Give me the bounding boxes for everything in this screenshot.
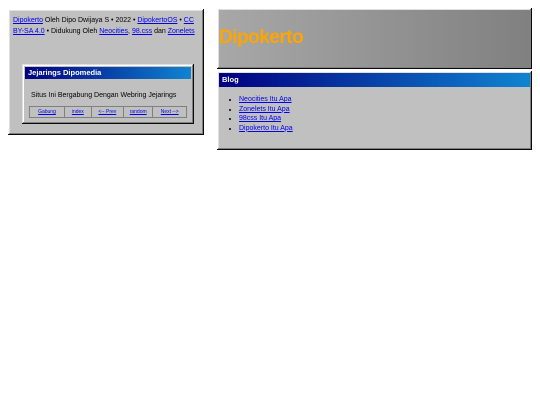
site-title: Dipokerto [219, 27, 304, 48]
supported-text: • Didukung Oleh [44, 28, 100, 35]
list-item: 98css Itu Apa [239, 114, 293, 124]
blog-list: Neocities Itu Apa Zonelets Itu Apa 98css… [231, 95, 293, 133]
webring-index-link[interactable]: index [65, 107, 92, 117]
list-item: Neocities Itu Apa [239, 95, 293, 105]
webring-next-link[interactable]: Next --> [153, 107, 186, 117]
footer-credits: Dipokerto Oleh Dipo Dwijaya S • 2022 • D… [13, 15, 201, 37]
webring-random-link[interactable]: random [124, 107, 154, 117]
sidebar-panel: Dipokerto Oleh Dipo Dwijaya S • 2022 • D… [8, 9, 204, 135]
list-item: Dipokerto Itu Apa [239, 124, 293, 134]
dipokerto-os-link[interactable]: DipokertoOS [137, 17, 177, 24]
site-link[interactable]: Dipokerto [13, 17, 43, 24]
css98-link[interactable]: 98.css [132, 28, 152, 35]
blog-link-zonelets[interactable]: Zonelets Itu Apa [239, 106, 290, 113]
webring-window: Jejarings Dipomedia Situs Ini Bergabung … [22, 64, 194, 124]
webring-prev-link[interactable]: <-- Prev [92, 107, 124, 117]
blog-link-98css[interactable]: 98css Itu Apa [239, 115, 281, 122]
blog-window: Blog Neocities Itu Apa Zonelets Itu Apa … [217, 71, 532, 150]
blog-link-neocities[interactable]: Neocities Itu Apa [239, 96, 292, 103]
zonelets-link[interactable]: Zonelets [168, 28, 195, 35]
header-banner: Dipokerto [217, 8, 532, 69]
author-text: Oleh Dipo Dwijaya S • 2022 • [42, 17, 138, 24]
blog-title-bar: Blog [219, 73, 530, 87]
webring-join-link[interactable]: Gabung [30, 107, 65, 117]
list-item: Zonelets Itu Apa [239, 105, 293, 115]
neocities-link[interactable]: Neocities [99, 28, 128, 35]
webring-description: Situs Ini Bergabung Dengan Webring Jejar… [31, 92, 177, 99]
webring-nav: Gabung index <-- Prev random Next --> [29, 106, 187, 118]
blog-link-dipokerto[interactable]: Dipokerto Itu Apa [239, 125, 293, 132]
and-text: dan [152, 28, 168, 35]
webring-title-bar: Jejarings Dipomedia [25, 67, 191, 79]
